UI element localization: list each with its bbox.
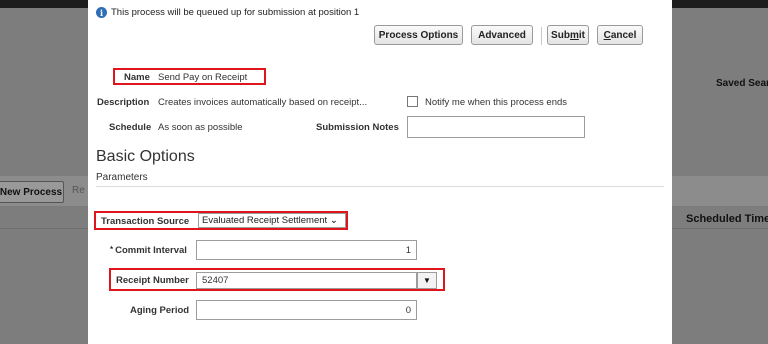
scheduled-time-header: Scheduled Time: [686, 213, 768, 225]
triangle-down-icon: ▼: [423, 276, 431, 285]
required-indicator: *: [110, 245, 114, 254]
cancel-mnemonic: C: [603, 29, 611, 41]
submit-label-part: it: [578, 29, 585, 41]
info-icon: i: [96, 7, 107, 18]
info-message: i This process will be queued up for sub…: [96, 7, 359, 18]
section-divider: [96, 186, 664, 187]
receipt-number-dropdown-button[interactable]: ▼: [417, 272, 437, 289]
schedule-value: As soon as possible: [158, 122, 243, 133]
notify-checkbox[interactable]: [407, 96, 418, 107]
new-process-button[interactable]: New Process: [0, 181, 64, 203]
submit-label-part: Sub: [551, 29, 570, 41]
description-value: Creates invoices automatically based on …: [158, 97, 368, 108]
cancel-button[interactable]: Cancel: [597, 25, 643, 45]
chevron-down-icon: ⌄: [330, 215, 338, 225]
toolbar-separator: [541, 27, 542, 45]
name-value: Send Pay on Receipt: [158, 72, 248, 83]
receipt-number-label: Receipt Number: [116, 275, 189, 286]
commit-interval-label: * Commit Interval: [110, 245, 187, 256]
transaction-source-label: Transaction Source: [101, 216, 190, 227]
description-label: Description: [97, 97, 150, 108]
submission-notes-label: Submission Notes: [316, 122, 399, 133]
info-message-text: This process will be queued up for submi…: [111, 7, 360, 18]
receipt-number-input[interactable]: 52407: [196, 272, 417, 289]
submit-button[interactable]: Sub m it: [547, 25, 589, 45]
submission-notes-input[interactable]: [407, 116, 585, 138]
aging-period-label: Aging Period: [130, 305, 190, 316]
basic-options-heading: Basic Options: [96, 148, 195, 165]
advanced-button[interactable]: Advanced: [471, 25, 533, 45]
submit-mnemonic: m: [569, 29, 579, 41]
aging-period-input[interactable]: 0: [196, 300, 417, 320]
schedule-label: Schedule: [109, 122, 152, 133]
notify-label: Notify me when this process ends: [425, 97, 568, 108]
transaction-source-value: Evaluated Receipt Settlement: [202, 215, 328, 226]
commit-interval-input[interactable]: 1: [196, 240, 417, 260]
background-truncated-button[interactable]: Re: [72, 185, 85, 196]
process-options-button[interactable]: Process Options: [374, 25, 463, 45]
parameters-subheading: Parameters: [96, 172, 148, 183]
name-label: Name: [124, 72, 150, 83]
commit-interval-label-text: Commit Interval: [115, 245, 187, 256]
cancel-label-part: ancel: [610, 29, 637, 41]
transaction-source-select[interactable]: Evaluated Receipt Settlement ⌄: [198, 213, 346, 228]
schedule-process-dialog: i This process will be queued up for sub…: [88, 0, 672, 344]
saved-search-label: Saved Sear: [716, 78, 768, 89]
